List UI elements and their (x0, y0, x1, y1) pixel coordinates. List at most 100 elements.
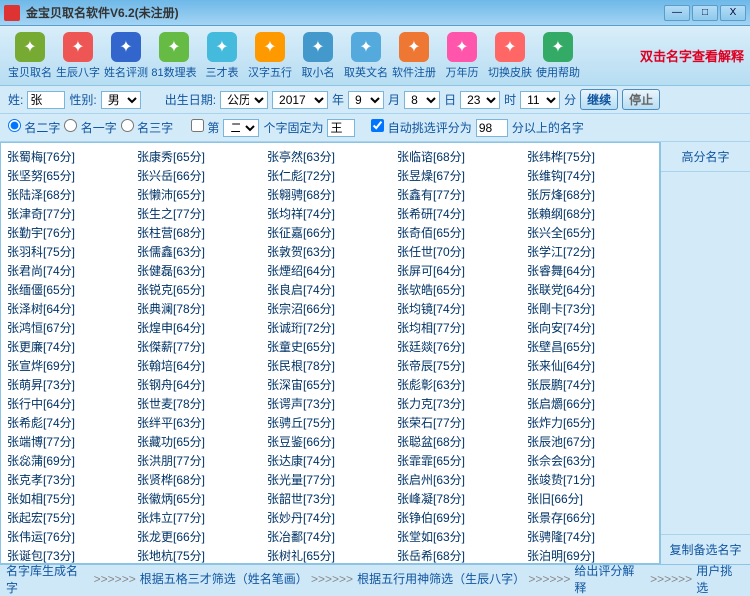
continue-button[interactable]: 继续 (580, 89, 618, 110)
name-item[interactable]: 张廷燚[76分] (395, 337, 525, 356)
radio-3char[interactable]: 名三字 (121, 119, 173, 136)
day-select[interactable]: 8 (404, 91, 440, 109)
footer-step-b[interactable]: 根据五格三才筛选（姓名笔画） (140, 570, 307, 587)
minute-select[interactable]: 11 (520, 91, 560, 109)
toolbar-item-1[interactable]: ✦生辰八字 (54, 32, 102, 80)
name-item[interactable]: 张深宙[65分] (265, 375, 395, 394)
name-item[interactable]: 张亭然[63分] (265, 147, 395, 166)
name-item[interactable]: 张柱营[68分] (135, 223, 265, 242)
name-item[interactable]: 张鑫有[77分] (395, 185, 525, 204)
name-item[interactable]: 张向安[74分] (525, 318, 655, 337)
toolbar-item-0[interactable]: ✦宝贝取名 (6, 32, 54, 80)
toolbar-item-3[interactable]: ✦81数理表 (150, 32, 198, 80)
name-item[interactable]: 张宗沼[66分] (265, 299, 395, 318)
name-item[interactable]: 张典澜[78分] (135, 299, 265, 318)
name-item[interactable]: 张纬桦[75分] (525, 147, 655, 166)
name-item[interactable]: 张诚珩[72分] (265, 318, 395, 337)
surname-input[interactable] (27, 91, 65, 109)
fixed-pos-select[interactable]: 二 (223, 119, 259, 137)
name-item[interactable]: 张伟运[76分] (5, 527, 135, 546)
name-item[interactable]: 张辰池[67分] (525, 432, 655, 451)
name-item[interactable]: 张行中[64分] (5, 394, 135, 413)
name-item[interactable]: 张铮伯[69分] (395, 508, 525, 527)
name-item[interactable]: 张良启[74分] (265, 280, 395, 299)
name-item[interactable]: 张希彪[74分] (5, 413, 135, 432)
stop-button[interactable]: 停止 (622, 89, 660, 110)
name-item[interactable]: 张临谘[68分] (395, 147, 525, 166)
name-item[interactable]: 张来仙[64分] (525, 356, 655, 375)
name-item[interactable]: 张奇佰[65分] (395, 223, 525, 242)
name-item[interactable]: 张希研[74分] (395, 204, 525, 223)
name-item[interactable]: 张洪朋[77分] (135, 451, 265, 470)
toolbar-item-11[interactable]: ✦使用帮助 (534, 32, 582, 80)
name-item[interactable]: 张任世[70分] (395, 242, 525, 261)
name-item[interactable]: 张賴纲[68分] (525, 204, 655, 223)
radio-3char-input[interactable] (121, 119, 134, 132)
name-item[interactable]: 张竣贽[71分] (525, 470, 655, 489)
toolbar-item-6[interactable]: ✦取小名 (294, 32, 342, 80)
name-item[interactable]: 张羽科[75分] (5, 242, 135, 261)
auto-pick[interactable]: 自动挑选评分为 (371, 119, 471, 136)
radio-2char[interactable]: 名二字 (8, 119, 60, 136)
name-item[interactable]: 张睿舞[64分] (525, 261, 655, 280)
name-item[interactable]: 张绊平[63分] (135, 413, 265, 432)
name-item[interactable]: 张泽树[64分] (5, 299, 135, 318)
fixed-char-input[interactable] (327, 119, 355, 137)
name-item[interactable]: 张宣烨[69分] (5, 356, 135, 375)
name-item[interactable]: 张彪彰[63分] (395, 375, 525, 394)
name-item[interactable]: 张龙更[66分] (135, 527, 265, 546)
name-item[interactable]: 张君尚[74分] (5, 261, 135, 280)
name-item[interactable]: 张炜立[77分] (135, 508, 265, 527)
month-select[interactable]: 9 (348, 91, 384, 109)
name-item[interactable]: 张徽炳[65分] (135, 489, 265, 508)
name-item[interactable]: 张民根[78分] (265, 356, 395, 375)
name-item[interactable]: 张萌昇[73分] (5, 375, 135, 394)
radio-1char-input[interactable] (64, 119, 77, 132)
name-item[interactable]: 张维钩[74分] (525, 166, 655, 185)
hour-select[interactable]: 23 (460, 91, 500, 109)
name-item[interactable]: 张景存[66分] (525, 508, 655, 527)
name-item[interactable]: 张壁昌[65分] (525, 337, 655, 356)
name-item[interactable]: 张达康[74分] (265, 451, 395, 470)
name-item[interactable]: 张兴全[65分] (525, 223, 655, 242)
name-item[interactable]: 张世麦[78分] (135, 394, 265, 413)
name-item[interactable]: 张地杭[75分] (135, 546, 265, 564)
name-item[interactable]: 张聪盆[68分] (395, 432, 525, 451)
name-item[interactable]: 张翰培[64分] (135, 356, 265, 375)
name-item[interactable]: 张贤桦[68分] (135, 470, 265, 489)
name-item[interactable]: 张缅僵[65分] (5, 280, 135, 299)
name-item[interactable]: 张蜀梅[76分] (5, 147, 135, 166)
radio-1char[interactable]: 名一字 (64, 119, 116, 136)
maximize-button[interactable]: □ (692, 5, 718, 21)
name-item[interactable]: 张钢舟[64分] (135, 375, 265, 394)
name-item[interactable]: 张骋隆[74分] (525, 527, 655, 546)
toolbar-item-9[interactable]: ✦万年历 (438, 32, 486, 80)
name-item[interactable]: 张联党[64分] (525, 280, 655, 299)
name-item[interactable]: 张陆泽[68分] (5, 185, 135, 204)
name-item[interactable]: 张厉烽[68分] (525, 185, 655, 204)
minimize-button[interactable]: — (664, 5, 690, 21)
name-item[interactable]: 张儒鑫[63分] (135, 242, 265, 261)
name-item[interactable]: 张光量[77分] (265, 470, 395, 489)
radio-2char-input[interactable] (8, 119, 21, 132)
name-item[interactable]: 张旧[66分] (525, 489, 655, 508)
footer-step-d[interactable]: 给出评分解释 (574, 562, 646, 596)
footer-step-e[interactable]: 用户挑选 (696, 562, 744, 596)
name-item[interactable]: 张力克[73分] (395, 394, 525, 413)
toolbar-item-10[interactable]: ✦切换皮肤 (486, 32, 534, 80)
name-item[interactable]: 张堂如[63分] (395, 527, 525, 546)
name-item[interactable]: 张韶世[73分] (265, 489, 395, 508)
name-item[interactable]: 张更廉[74分] (5, 337, 135, 356)
name-item[interactable]: 张霏霏[65分] (395, 451, 525, 470)
name-item[interactable]: 张勤宇[76分] (5, 223, 135, 242)
name-item[interactable]: 张健磊[63分] (135, 261, 265, 280)
name-item[interactable]: 张骋丘[75分] (265, 413, 395, 432)
name-item[interactable]: 张煌申[64分] (135, 318, 265, 337)
fixed-pos-check[interactable] (191, 119, 204, 132)
name-item[interactable]: 张仁彪[72分] (265, 166, 395, 185)
name-item[interactable]: 张均镜[74分] (395, 299, 525, 318)
name-item[interactable]: 张辰鹏[74分] (525, 375, 655, 394)
name-item[interactable]: 张征嘉[66分] (265, 223, 395, 242)
close-button[interactable]: X (720, 5, 746, 21)
name-item[interactable]: 张学江[72分] (525, 242, 655, 261)
